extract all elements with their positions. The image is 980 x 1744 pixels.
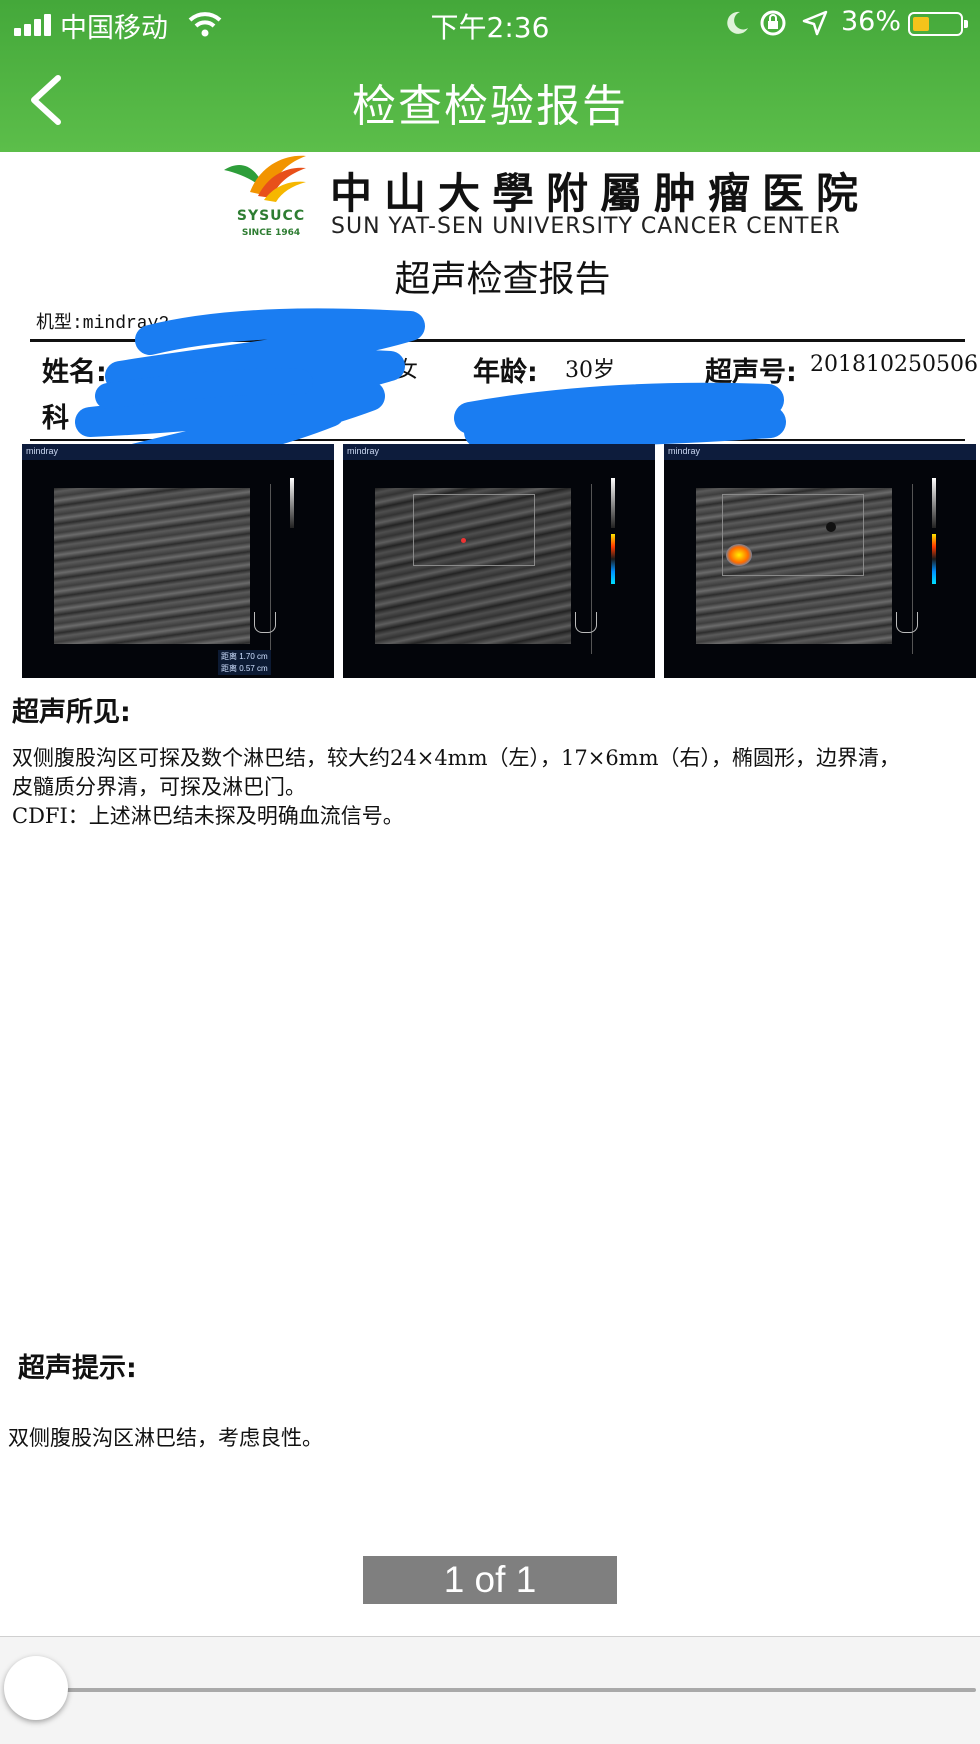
logo-text: SYSUCC [236, 208, 306, 224]
probe-icon [896, 612, 918, 633]
probe-icon [254, 612, 276, 633]
findings-text: 双侧腹股沟区可探及数个淋巴结，较大约24×4mm（左），17×6mm（右），椭圆… [12, 744, 900, 831]
exam-number-label: 超声号: [705, 357, 797, 388]
age-label: 年龄: [473, 357, 538, 388]
app-header: 中国移动 下午2:36 36% 检查检验报告 [0, 0, 980, 152]
page-indicator: 1 of 1 [363, 1556, 617, 1604]
machine-model: 机型:mindray2 [36, 314, 170, 334]
status-time: 下午2:36 [430, 11, 550, 44]
hospital-name-en: SUN YAT-SEN UNIVERSITY CANCER CENTER [331, 214, 841, 239]
location-arrow-icon [802, 10, 828, 36]
gender-value: 女 [396, 358, 419, 383]
page-title: 检查检验报告 [352, 81, 628, 132]
ultrasound-image[interactable]: mindray [664, 444, 976, 678]
rotation-lock-icon [760, 10, 786, 36]
conclusion-text: 双侧腹股沟区淋巴结，考虑良性。 [8, 1426, 323, 1450]
ward-label: 病 [472, 403, 499, 434]
ultrasound-image[interactable]: mindray [343, 444, 655, 678]
exam-number-value: 201810250506 [810, 352, 978, 377]
hospital-name-cn: 中山大學附屬肿瘤医院 [330, 169, 871, 218]
report-title: 超声检查报告 [394, 259, 611, 300]
findings-line: CDFI：上述淋巴结未探及明确血流信号。 [12, 804, 404, 828]
divider [30, 339, 965, 342]
measurement: 距离 0.57 cm [218, 662, 271, 675]
age-value: 30岁 [565, 358, 615, 383]
divider [30, 439, 965, 441]
status-bar: 中国移动 下午2:36 36% [0, 0, 980, 50]
moon-icon [727, 11, 748, 34]
battery-percentage: 36% [841, 6, 902, 37]
name-label: 姓名: [42, 357, 107, 388]
findings-line: 双侧腹股沟区可探及数个淋巴结，较大约24×4mm（左），17×6mm（右），椭圆… [12, 746, 901, 770]
findings-heading: 超声所见: [12, 697, 131, 728]
device-brand: mindray [668, 446, 701, 456]
conclusion-heading: 超声提示: [18, 1353, 137, 1384]
device-brand: mindray [347, 446, 380, 456]
slider-track[interactable] [36, 1688, 976, 1692]
ultrasound-image[interactable]: mindray 距离 1.70 cm 距离 0.57 cm [22, 444, 334, 678]
slider-thumb[interactable] [4, 1656, 68, 1720]
department-label: 科 [42, 403, 69, 434]
logo-since: SINCE 1964 [241, 228, 301, 238]
probe-icon [575, 612, 597, 633]
findings-line: 皮髓质分界清，可探及淋巴门。 [12, 775, 306, 799]
device-brand: mindray [26, 446, 59, 456]
battery-icon [908, 12, 968, 36]
